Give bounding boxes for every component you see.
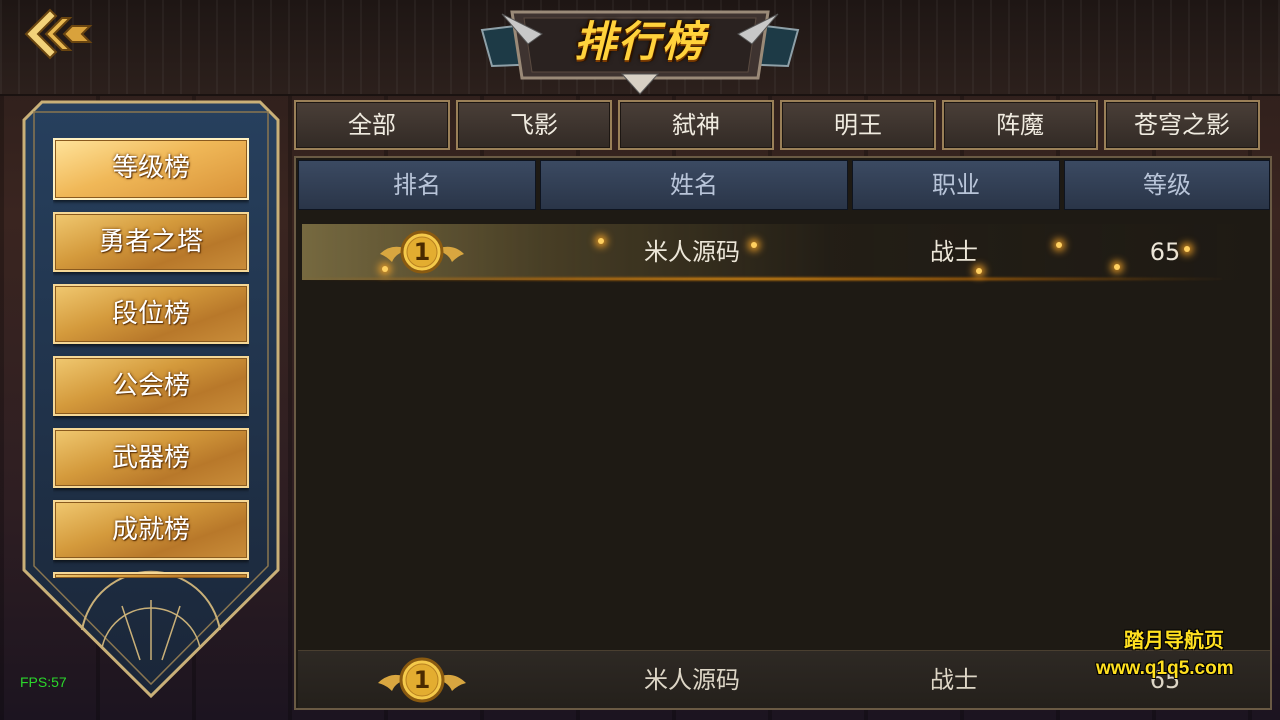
class-filter-tabs: 全部 飞影 弑神 明王 阵魔 苍穹之影 [294, 100, 1280, 150]
nav-item-weapon-ranking[interactable]: 武器榜 [53, 428, 249, 488]
ranking-nav-list: 等级榜 勇者之塔 段位榜 公会榜 武器榜 成就榜 [53, 138, 249, 578]
tab-all[interactable]: 全部 [294, 100, 450, 150]
my-rank-number: 1 [413, 666, 431, 694]
sparkle [976, 268, 982, 274]
fps-counter: FPS:57 [20, 674, 67, 690]
player-class: 战士 [930, 238, 978, 266]
column-header-level: 等级 [1064, 160, 1270, 210]
column-header-name: 姓名 [540, 160, 848, 210]
table-header: 排名 姓名 职业 等级 [298, 160, 1270, 212]
my-name: 米人源码 [644, 666, 740, 694]
nav-item-level-ranking[interactable]: 等级榜 [53, 138, 249, 200]
sparkle [1056, 242, 1062, 248]
rank-number: 1 [413, 238, 431, 266]
sparkle [1184, 246, 1190, 252]
back-arrow-icon [24, 8, 93, 60]
tab-cangqiong-zhiying[interactable]: 苍穹之影 [1104, 100, 1260, 150]
tab-shishen[interactable]: 弑神 [618, 100, 774, 150]
player-name: 米人源码 [644, 238, 740, 266]
my-class: 战士 [930, 666, 978, 694]
rank-cell: 1 [372, 224, 472, 280]
nav-item-guild-ranking[interactable]: 公会榜 [53, 356, 249, 416]
title-banner: 排行榜 [472, 4, 808, 96]
watermark-url: www.q1q5.com [1096, 658, 1234, 679]
column-header-rank: 排名 [298, 160, 536, 210]
sparkle [598, 238, 604, 244]
player-level: 65 [1149, 238, 1181, 266]
sparkle [751, 242, 757, 248]
sparkle [1114, 264, 1120, 270]
watermark-title: 踏月导航页 [1124, 630, 1224, 652]
back-button[interactable] [20, 4, 96, 64]
tab-feiying[interactable]: 飞影 [456, 100, 612, 150]
watermark: 踏月导航页 www.q1q5.com [1096, 622, 1272, 688]
nav-item-achievement-ranking[interactable]: 成就榜 [53, 500, 249, 560]
my-rank-cell: 1 [372, 651, 472, 709]
tab-zhenmo[interactable]: 阵魔 [942, 100, 1098, 150]
table-row[interactable]: 1 米人源码 战士 65 [302, 224, 1268, 280]
nav-item-tier-ranking[interactable]: 段位榜 [53, 284, 249, 344]
row-glow-effect [302, 277, 1222, 281]
tab-mingwang[interactable]: 明王 [780, 100, 936, 150]
nav-item-more[interactable] [53, 572, 249, 578]
ranking-category-panel: 等级榜 勇者之塔 段位榜 公会榜 武器榜 成就榜 [22, 100, 280, 698]
page-title: 排行榜 [573, 17, 706, 66]
sparkle [382, 266, 388, 272]
nav-item-hero-tower[interactable]: 勇者之塔 [53, 212, 249, 272]
column-header-class: 职业 [852, 160, 1060, 210]
